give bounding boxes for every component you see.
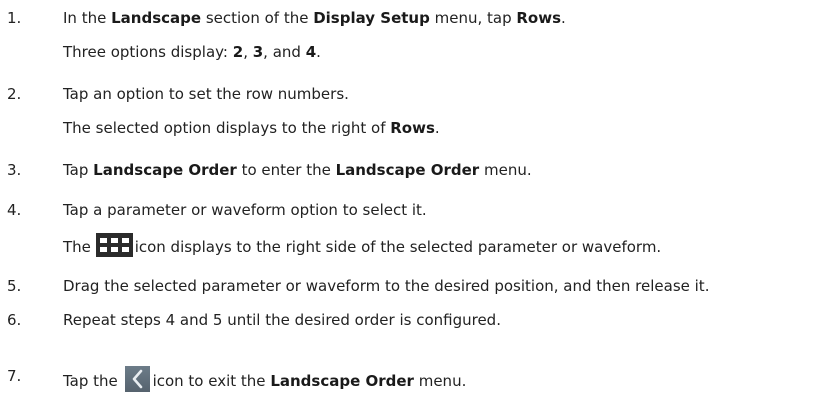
- step-2-result-text: The selected option displays to the righ…: [63, 118, 440, 138]
- step-3-number: 3.: [7, 161, 22, 179]
- step-1-result-part: .: [316, 43, 321, 61]
- step-1-text-part: section of the: [201, 9, 314, 27]
- step-1-text-part: .: [561, 9, 566, 27]
- step-1-text: In the Landscape section of the Display …: [63, 8, 566, 28]
- step-3-text: Tap Landscape Order to enter the Landsca…: [63, 160, 532, 180]
- step-1-result-bold: 4: [305, 43, 317, 61]
- step-6-number: 6.: [7, 311, 22, 329]
- step-1-text-bold: Display Setup: [313, 9, 430, 27]
- step-4-result-part: The: [63, 238, 91, 256]
- step-7-number: 7.: [7, 367, 22, 385]
- step-7-text-bold: Landscape Order: [270, 372, 414, 390]
- step-4-text-part: Tap a parameter or waveform option to se…: [63, 201, 427, 219]
- step-1-result-text: Three options display: 2, 3, and 4.: [63, 42, 321, 62]
- step-3-text-bold: Landscape Order: [335, 161, 480, 179]
- step-5-number: 5.: [7, 277, 22, 295]
- step-2-result-part: .: [434, 119, 440, 137]
- step-5-text-part: Drag the selected parameter or waveform …: [63, 277, 710, 295]
- back-arrow-icon: [124, 366, 150, 392]
- step-4-number: 4.: [7, 201, 22, 219]
- step-2-result-bold: Rows: [390, 119, 435, 137]
- step-6-text-part: Repeat steps 4 and 5 until the desired o…: [63, 311, 501, 329]
- step-1-number: 1.: [7, 9, 22, 27]
- step-1-result-part: Three options display:: [63, 43, 233, 61]
- step-1-result-part: ,: [243, 43, 253, 61]
- drag-grid-icon: [95, 233, 133, 257]
- step-4-result-text: The icon displays to the right side of t…: [63, 233, 661, 257]
- step-7-text-part: icon to exit the: [152, 372, 271, 390]
- step-7-text-part: menu.: [413, 372, 467, 390]
- step-1-text-bold: Rows: [516, 9, 562, 27]
- step-2-text: Tap an option to set the row numbers.: [63, 84, 349, 104]
- step-5-text: Drag the selected parameter or waveform …: [63, 276, 709, 296]
- step-4-text: Tap a parameter or waveform option to se…: [63, 200, 427, 220]
- step-1-result-part: , and: [263, 43, 306, 61]
- step-7-text: Tap the icon to exit the Landscape Order…: [63, 366, 466, 392]
- step-6-text: Repeat steps 4 and 5 until the desired o…: [63, 310, 501, 330]
- step-4-result-part: icon displays to the right side of the s…: [134, 238, 662, 256]
- step-2-text-part: Tap an option to set the row numbers.: [63, 85, 349, 103]
- step-3-text-part: menu.: [479, 161, 532, 179]
- step-7-text-part: Tap the: [63, 372, 118, 390]
- step-3-text-part: to enter the: [236, 161, 336, 179]
- step-1-text-part: In the: [63, 9, 112, 27]
- step-1-text-bold: Landscape: [111, 9, 202, 27]
- step-1-text-part: menu, tap: [429, 9, 517, 27]
- step-3-text-part: Tap: [63, 161, 94, 179]
- step-1-result-bold: 2: [232, 43, 244, 61]
- step-3-text-bold: Landscape Order: [93, 161, 237, 179]
- step-1-result-bold: 3: [252, 43, 264, 61]
- step-2-result-part: The selected option displays to the righ…: [63, 119, 391, 137]
- step-2-number: 2.: [7, 85, 22, 103]
